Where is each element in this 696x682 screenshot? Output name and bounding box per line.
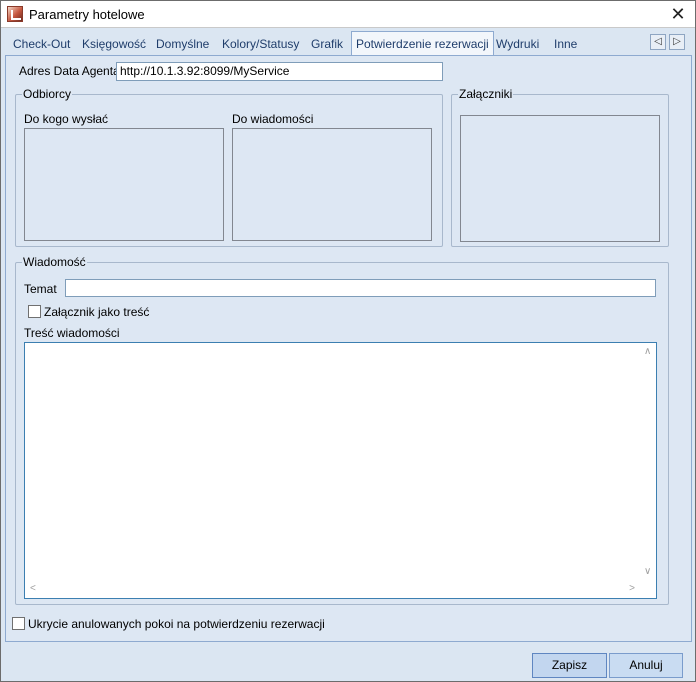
send-to-list[interactable] [24,128,224,241]
recipients-group: Odbiorcy Do kogo wysłać Do wiadomości [15,87,443,247]
recipients-group-title: Odbiorcy [22,87,73,101]
cc-list[interactable] [232,128,432,241]
close-button[interactable]: ✕ [661,1,695,28]
attachment-as-body-label: Załącznik jako treść [44,305,150,319]
scroll-left-icon[interactable]: < [30,584,36,594]
scroll-right-icon[interactable]: > [629,584,635,594]
scroll-down-icon[interactable]: ∨ [644,567,651,577]
tab-panel: Adres Data Agenta http://10.1.3.92:8099/… [5,55,692,642]
cc-label: Do wiadomości [232,112,314,126]
subject-label: Temat [24,282,57,296]
tab-scroll-left-icon[interactable]: ◁ [650,34,666,50]
tab-scroll-right-icon[interactable]: ▷ [669,34,685,50]
attachments-list[interactable] [460,115,660,242]
agent-address-input[interactable]: http://10.1.3.92:8099/MyService [116,62,443,81]
attachments-group-title: Załączniki [458,87,514,101]
app-icon [7,6,23,22]
tab-domyslne[interactable]: Domyślne [154,35,211,55]
attachment-as-body-checkbox[interactable] [28,305,41,318]
tab-strip: Check-Out Księgowość Domyślne Kolory/Sta… [5,31,691,56]
tab-kolory-statusy[interactable]: Kolory/Statusy [220,35,301,55]
vertical-scrollbar[interactable]: ∧ ∨ [641,343,656,581]
scroll-up-icon[interactable]: ∧ [644,347,651,357]
attachments-group: Załączniki [451,87,669,247]
body-label: Treść wiadomości [24,326,120,340]
tab-wydruki[interactable]: Wydruki [494,35,541,55]
message-group: Wiadomość Temat Załącznik jako treść Tre… [15,255,669,605]
title-bar: Parametry hotelowe ✕ [1,1,695,28]
tab-check-out[interactable]: Check-Out [11,35,72,55]
body-textarea[interactable]: ∧ ∨ < > [24,342,657,599]
dialog-window: Parametry hotelowe ✕ Check-Out Księgowoś… [0,0,696,682]
tab-inne[interactable]: Inne [552,35,579,55]
tab-ksiegowosc[interactable]: Księgowość [80,35,148,55]
agent-address-label: Adres Data Agenta [19,64,120,78]
hide-cancelled-checkbox[interactable] [12,617,25,630]
horizontal-scrollbar[interactable]: < > [25,581,641,598]
window-title: Parametry hotelowe [29,7,145,22]
hide-cancelled-label: Ukrycie anulowanych pokoi na potwierdzen… [28,617,325,631]
subject-input[interactable] [65,279,656,297]
cancel-button[interactable]: Anuluj [609,653,683,678]
message-group-title: Wiadomość [22,255,87,269]
save-button[interactable]: Zapisz [532,653,607,678]
tab-potwierdzenie-rezerwacji[interactable]: Potwierdzenie rezerwacji [351,31,494,56]
tab-grafik[interactable]: Grafik [309,35,345,55]
send-to-label: Do kogo wysłać [24,112,109,126]
